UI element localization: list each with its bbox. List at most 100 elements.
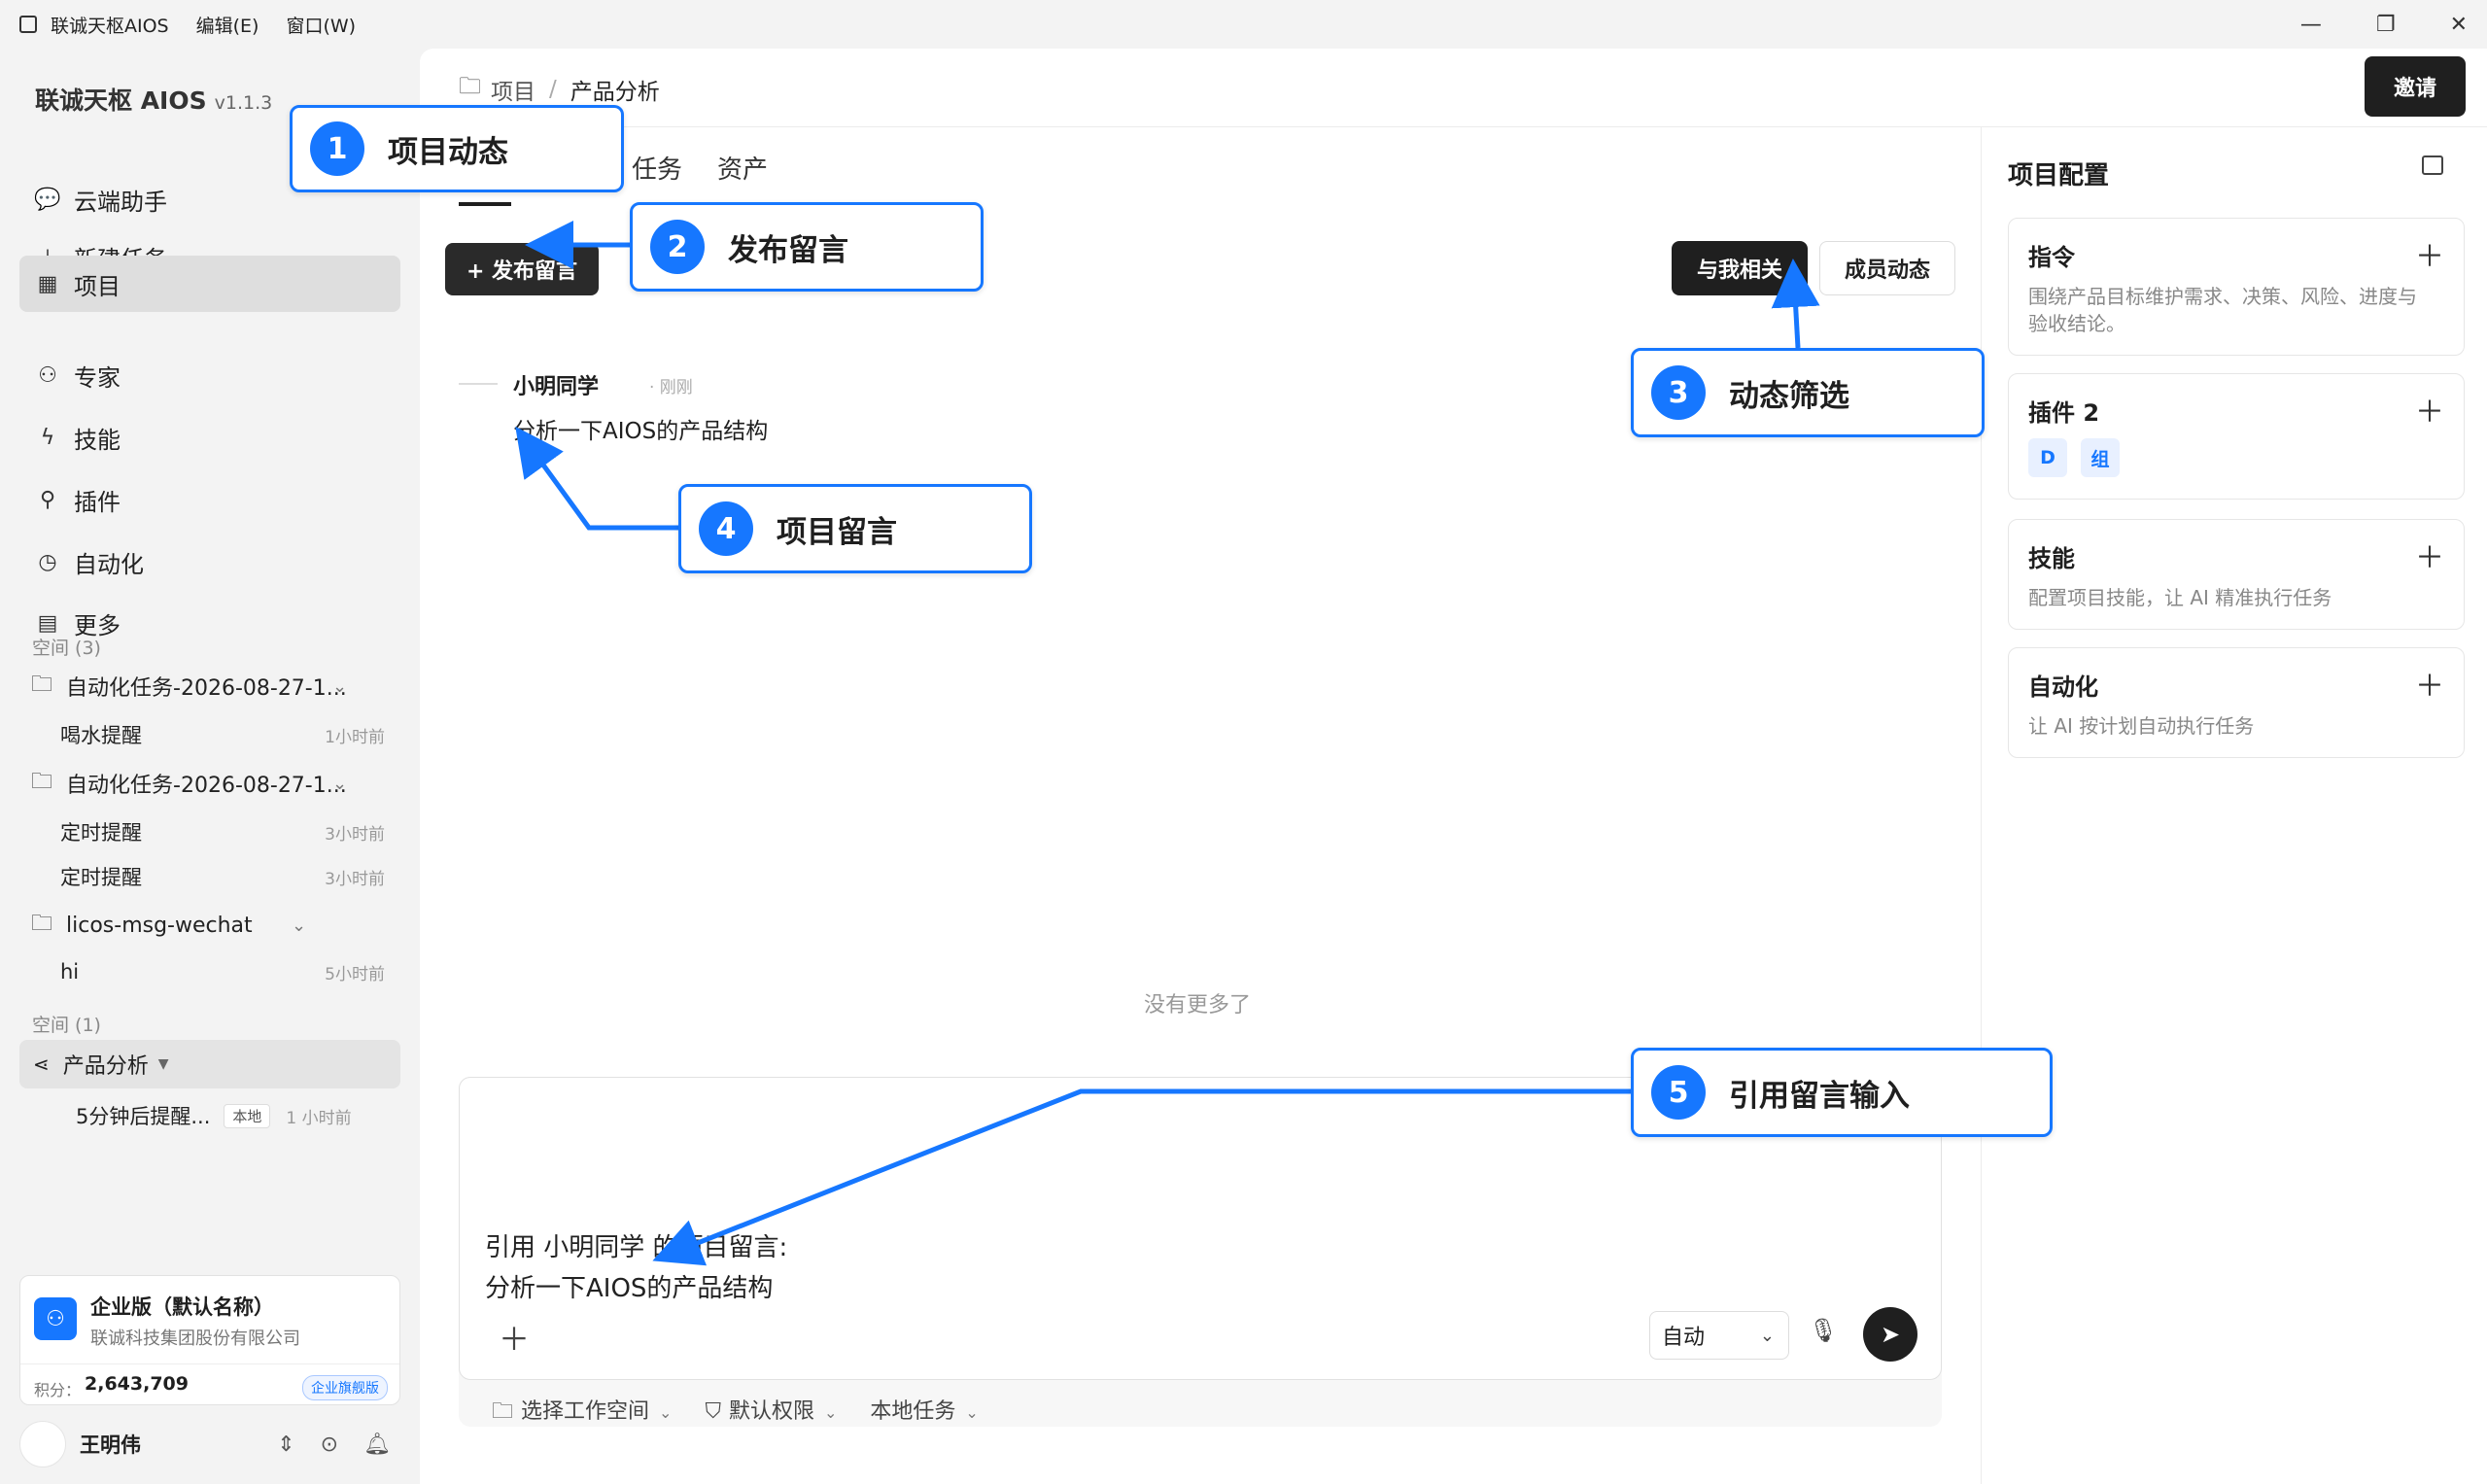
tab-tasks[interactable]: 任务 [632, 150, 682, 186]
plugin-chip[interactable]: D [2028, 438, 2067, 477]
post-message-button[interactable]: + 发布留言 [445, 243, 599, 295]
card-desc: 配置项目技能，让 AI 精准执行任务 [2028, 586, 2332, 609]
chevron-down-icon[interactable]: ⌄ [332, 676, 347, 697]
space-item-time: 5小时前 [325, 964, 385, 984]
nav-label: 专家 [74, 363, 121, 392]
folder-icon: 🗀 [31, 912, 53, 936]
app-logo-icon [19, 16, 37, 33]
bolt-icon: ϟ [40, 425, 55, 450]
filter-members-button[interactable]: 成员动态 [1819, 241, 1955, 295]
space-item-name: 喝水提醒 [60, 724, 142, 747]
space-item-time: 3小时前 [325, 824, 385, 845]
microphone-icon[interactable]: 🎙︎ [1809, 1317, 1838, 1344]
space-item-time: 3小时前 [325, 869, 385, 889]
callout-label: 项目留言 [777, 514, 897, 550]
plugin-chip[interactable]: 组 [2081, 438, 2120, 477]
add-icon[interactable]: ＋ [2415, 534, 2444, 576]
chevron-down-icon[interactable]: ⌄ [292, 915, 306, 936]
user-row[interactable]: 王明伟 ⇕ ⊙ 🔔︎ [19, 1421, 400, 1467]
folder-icon: 🗀 [31, 770, 53, 794]
attach-plus-icon[interactable]: ＋ [499, 1315, 530, 1360]
bell-icon[interactable]: 🔔︎ [363, 1432, 391, 1457]
nav-automation[interactable]: ◷ 自动化 [19, 534, 400, 590]
callout-number: 5 [1651, 1065, 1706, 1120]
space-item-name: 定时提醒 [60, 866, 142, 889]
project-task[interactable]: 5分钟后提醒... 本地 1 小时前 [76, 1096, 387, 1135]
restore-icon[interactable]: ❐ [2376, 13, 2396, 37]
menu-edit[interactable]: 编辑(E) [196, 12, 259, 38]
permission-select[interactable]: ⛉ 默认权限 ⌄ [705, 1394, 837, 1432]
check-circle-icon[interactable]: ⊙ [321, 1432, 338, 1457]
mode-value: 自动 [1662, 1326, 1706, 1350]
brand-name: 联诚天枢 AIOS [35, 86, 207, 115]
folder-icon: 🗀 [459, 74, 481, 99]
switch-icon[interactable]: ⇕ [277, 1432, 294, 1457]
task-type-select[interactable]: 本地任务 ⌄ [870, 1394, 978, 1432]
space-item[interactable]: 定时提醒 3小时前 [60, 857, 391, 896]
nav-skills[interactable]: ϟ 技能 [19, 409, 400, 466]
workspace-select[interactable]: 🗀 选择工作空间 ⌄ [492, 1394, 672, 1432]
breadcrumb: 🗀 项目 / 产品分析 [459, 70, 660, 108]
enterprise-icon: ⚇ [34, 1297, 77, 1340]
nav-label: 技能 [74, 426, 121, 454]
callout-label: 引用留言输入 [1729, 1078, 1910, 1114]
callout-4: 4 项目留言 [678, 484, 1032, 573]
panel-toggle-icon[interactable] [2422, 155, 2443, 175]
tab-assets[interactable]: 资产 [717, 150, 768, 186]
space-name: 自动化任务-2026-08-27-1... [66, 774, 347, 798]
mode-select[interactable]: 自动 ⌄ [1649, 1311, 1789, 1360]
menu-window[interactable]: 窗口(W) [286, 12, 356, 38]
close-icon[interactable]: ✕ [2450, 13, 2468, 37]
message-author: 小明同学 [513, 375, 600, 399]
config-card-plugins[interactable]: 插件 2 ＋ D 组 [2008, 373, 2465, 500]
card-title: 指令 [2028, 244, 2075, 271]
minimize-icon[interactable]: — [2300, 13, 2322, 37]
space-folder-1[interactable]: 🗀 自动化任务-2026-08-27-1... ⌄ [31, 665, 400, 707]
invite-button[interactable]: 邀请 [2365, 56, 2466, 117]
chevron-down-icon: ⌄ [1759, 1325, 1775, 1346]
divider [20, 1363, 399, 1364]
enterprise-name: 企业版（默认名称） [90, 1295, 274, 1319]
enterprise-card[interactable]: ⚇ 企业版（默认名称） 联诚科技集团股份有限公司 积分： 2,643,709 企… [19, 1275, 400, 1405]
add-icon[interactable]: ＋ [2415, 232, 2444, 275]
breadcrumb-root[interactable]: 项目 [491, 73, 535, 106]
callout-label: 动态筛选 [1729, 378, 1849, 414]
nav-projects[interactable]: ▦ 项目 [19, 256, 400, 312]
chevron-down-icon[interactable]: ⌄ [332, 774, 347, 794]
user-name: 王明伟 [80, 1433, 141, 1457]
sidebar: 联诚天枢 AIOSv1.1.3 💬云端助手 ＋新建任务 ▦项目 ⚇专家 ϟ技能 … [0, 49, 420, 1484]
config-card-skills[interactable]: 技能 ＋ 配置项目技能，让 AI 精准执行任务 [2008, 519, 2465, 630]
plan-badge: 企业旗舰版 [302, 1375, 388, 1400]
local-tag: 本地 [224, 1103, 271, 1128]
space-item[interactable]: 喝水提醒 1小时前 [60, 715, 391, 754]
add-icon[interactable]: ＋ [2415, 388, 2444, 431]
project-task-name: 5分钟后提醒... [76, 1105, 211, 1128]
folder-icon: 🗀 [492, 1399, 514, 1424]
space-item[interactable]: 定时提醒 3小时前 [60, 812, 391, 851]
nav-label: 插件 [74, 488, 121, 516]
project-row[interactable]: ⋖ 产品分析 ▼ [19, 1040, 400, 1088]
nav-experts[interactable]: ⚇ 专家 [19, 347, 400, 403]
config-title: 项目配置 [2008, 161, 2110, 190]
add-icon[interactable]: ＋ [2415, 662, 2444, 705]
nav-plugins[interactable]: ⚲ 插件 [19, 471, 400, 528]
chevron-down-icon: ⌄ [659, 1403, 673, 1422]
space-item-time: 1小时前 [325, 727, 385, 747]
task-type-label: 本地任务 [870, 1399, 956, 1424]
avatar [19, 1421, 66, 1467]
caret-down-icon[interactable]: ▼ [158, 1056, 169, 1072]
config-card-automation[interactable]: 自动化 ＋ 让 AI 按计划自动执行任务 [2008, 647, 2465, 758]
section-label-project-spaces: 空间 (1) [32, 1015, 101, 1036]
score-value: 2,643,709 [85, 1373, 189, 1395]
callout-number: 3 [1651, 365, 1706, 420]
space-folder-3[interactable]: 🗀 licos-msg-wechat ⌄ [31, 904, 400, 947]
callout-2: 2 发布留言 [630, 202, 984, 292]
config-card-instructions[interactable]: 指令 ＋ 围绕产品目标维护需求、决策、风险、进度与验收结论。 [2008, 218, 2465, 356]
filter-mine-button[interactable]: 与我相关 [1672, 241, 1808, 295]
space-folder-2[interactable]: 🗀 自动化任务-2026-08-27-1... ⌄ [31, 762, 400, 805]
space-item[interactable]: hi 5小时前 [60, 952, 391, 991]
card-title: 自动化 [2028, 673, 2098, 701]
send-button[interactable]: ➤ [1863, 1307, 1917, 1362]
board-icon: ▦ [37, 271, 58, 296]
message-time: · 刚刚 [649, 378, 693, 397]
